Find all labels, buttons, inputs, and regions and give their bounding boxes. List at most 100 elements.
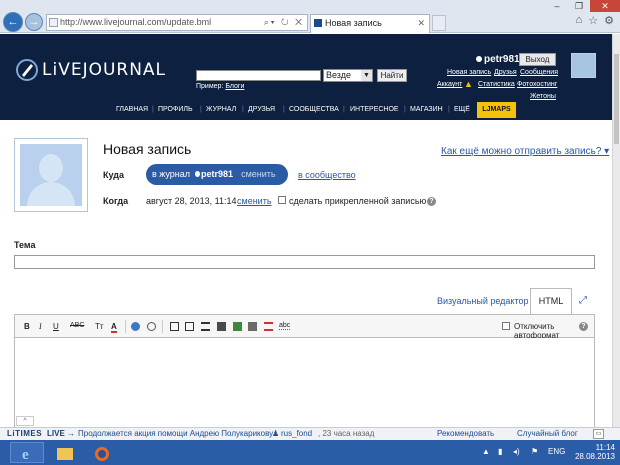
page-scrollbar[interactable] [612, 34, 620, 427]
keyboard-language[interactable]: ENG [548, 447, 565, 456]
lj-favicon-icon [314, 19, 322, 27]
separator-insert-icon[interactable] [264, 322, 273, 331]
minimize-icon[interactable]: – [546, 0, 568, 12]
link-globe-icon[interactable] [131, 322, 140, 331]
image-icon[interactable] [170, 322, 179, 331]
collapse-up-icon[interactable]: ^ [16, 416, 34, 426]
journal-selector[interactable]: в журнал petr981 сменить [146, 164, 288, 185]
nav-item-interesting[interactable]: ИНТЕРЕСНОЕ [350, 106, 399, 113]
browser-tools: ⌂ ☆ ⚙ [576, 14, 614, 27]
toolbar-separator [125, 320, 126, 333]
user-icon [476, 56, 482, 62]
bold-button[interactable]: B [24, 322, 30, 331]
ie-taskbar-icon[interactable]: e [10, 442, 44, 463]
change-journal-link[interactable]: сменить [241, 169, 276, 179]
search-scope-value: Везде [326, 70, 351, 80]
post-body-textarea[interactable] [14, 338, 595, 428]
maximize-icon[interactable]: ❐ [568, 0, 590, 12]
to-community-link[interactable]: в сообщество [298, 170, 356, 180]
new-tab-button[interactable] [432, 15, 446, 31]
home-icon[interactable]: ⌂ [576, 14, 583, 27]
lj-logo[interactable]: LiVEJOURNAL [16, 59, 166, 81]
font-size-button[interactable]: Tт [95, 322, 104, 331]
favorites-star-icon[interactable]: ☆ [588, 14, 598, 27]
strike-button[interactable]: ABC [70, 322, 84, 329]
browser-tab[interactable]: Новая запись ✕ [310, 14, 430, 33]
link-messages[interactable]: Сообщения [520, 69, 558, 76]
tab-title: Новая запись [325, 18, 382, 28]
nav-separator: | [343, 106, 345, 113]
map-icon[interactable] [233, 322, 242, 331]
times-user-link[interactable]: rus_fond [281, 428, 312, 440]
nav-item-shop[interactable]: МАГАЗИН [410, 106, 443, 113]
link-friends[interactable]: Друзья [494, 69, 517, 76]
link-photohosting[interactable]: Фотохостинг [517, 81, 557, 88]
ljmaps-button[interactable]: LJMAPS [477, 102, 516, 118]
explorer-folder-icon[interactable] [47, 442, 81, 463]
link-tokens[interactable]: Жетоны [530, 93, 556, 100]
nav-item-home[interactable]: ГЛАВНАЯ [116, 106, 148, 113]
font-color-button[interactable]: A [111, 322, 117, 333]
clock-time: 11:14 [595, 443, 615, 452]
avatar[interactable] [571, 53, 596, 78]
address-tools-icon[interactable]: ⌕▾ ↻ ✕ [264, 15, 304, 30]
times-ago: , 23 часа назад [318, 429, 375, 438]
recommend-link[interactable]: Рекомендовать [437, 428, 494, 440]
back-button[interactable]: ← [3, 12, 23, 32]
times-close-icon[interactable]: ▭ [593, 429, 604, 439]
userpic[interactable] [14, 138, 88, 212]
example-link[interactable]: Блоги [225, 83, 244, 90]
address-bar[interactable]: http://www.livejournal.com/update.bml ⌕▾… [46, 14, 308, 31]
current-user[interactable]: petr981 [476, 54, 520, 65]
link-account[interactable]: Аккаунт [437, 81, 462, 88]
italic-button[interactable]: I [39, 322, 42, 331]
nav-item-more[interactable]: ЕЩЁ [454, 106, 470, 113]
volume-icon[interactable]: ◂) [513, 447, 520, 456]
address-url: http://www.livejournal.com/update.bml [60, 17, 212, 27]
other-ways-link[interactable]: Как ещё можно отправить запись? ▾ [441, 146, 609, 157]
flag-icon[interactable]: ⚑ [531, 447, 538, 456]
subject-input[interactable] [14, 255, 595, 269]
firefox-taskbar-icon[interactable] [84, 442, 118, 463]
spellcheck-button[interactable]: abc [279, 322, 291, 330]
help-icon[interactable]: ? [579, 322, 588, 331]
nav-item-journal[interactable]: ЖУРНАЛ [206, 106, 236, 113]
sticky-checkbox[interactable] [278, 196, 286, 204]
tab-visual-editor[interactable]: Визуальный редактор [437, 296, 529, 306]
embed-icon[interactable] [248, 322, 257, 331]
scrollbar-thumb[interactable] [614, 54, 619, 144]
help-icon[interactable]: ? [427, 197, 436, 206]
search-button[interactable]: Найти [377, 69, 407, 82]
expand-icon[interactable]: ⤢ [579, 295, 587, 306]
tray-up-icon[interactable]: ▲ [482, 447, 490, 456]
cut-icon[interactable] [201, 322, 210, 331]
nav-item-profile[interactable]: ПРОФИЛЬ [158, 106, 193, 113]
system-clock[interactable]: 11:14 28.08.2013 [575, 443, 615, 461]
underline-button[interactable]: U [53, 322, 59, 331]
gear-icon[interactable]: ⚙ [604, 14, 614, 27]
search-scope-select[interactable]: Везде ▼ [323, 69, 373, 82]
times-headline-link[interactable]: Продолжается акция помощи Андрею Полукар… [78, 428, 273, 440]
video-icon[interactable] [185, 322, 194, 331]
nav-item-communities[interactable]: СООБЩЕСТВА [289, 106, 339, 113]
nav-item-friends[interactable]: ДРУЗЬЯ [248, 106, 275, 113]
change-date-link[interactable]: сменить [237, 196, 272, 206]
forward-button[interactable]: → [25, 13, 43, 31]
search-input[interactable] [196, 70, 321, 81]
tab-html[interactable]: HTML [530, 288, 572, 315]
link-new-post[interactable]: Новая запись [447, 69, 491, 76]
autoformat-checkbox[interactable] [502, 322, 510, 330]
subject-label: Тема [14, 240, 36, 250]
logout-button[interactable]: Выход [519, 53, 556, 66]
poll-icon[interactable] [217, 322, 226, 331]
user-link-icon[interactable] [147, 322, 156, 331]
clock-date: 28.08.2013 [574, 452, 615, 461]
windows-taskbar: e ▲ ▮ ◂) ⚑ ENG 11:14 28.08.2013 [0, 440, 620, 465]
logo-text: LiVEJOURNAL [42, 60, 167, 80]
network-icon[interactable]: ▮ [498, 447, 502, 456]
tab-close-icon[interactable]: ✕ [417, 15, 425, 32]
random-blog-link[interactable]: Случайный блог [517, 428, 578, 440]
close-icon[interactable]: ✕ [590, 0, 620, 12]
ljtimes-logo[interactable]: LiTIMES [7, 428, 42, 440]
link-stats[interactable]: Статистика [478, 81, 515, 88]
